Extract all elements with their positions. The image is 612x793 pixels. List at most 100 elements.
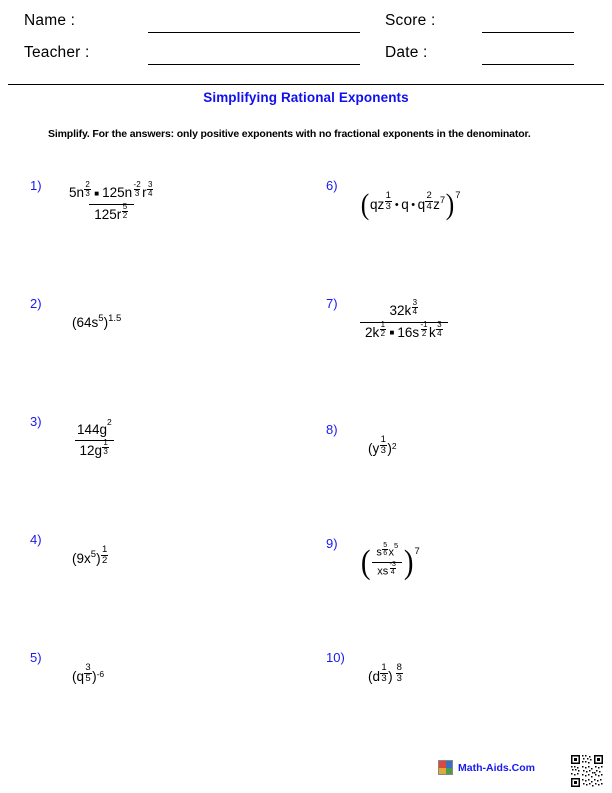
brand-label: Math-Aids.Com <box>458 761 535 774</box>
exponent-3-4: 34 <box>411 298 419 317</box>
instruction-text: Simplify. For the answers: only positive… <box>48 128 531 140</box>
problem-4-number: 4) <box>30 532 42 547</box>
inner-exponent-1-3: 13 <box>379 433 387 456</box>
problem-9-number: 9) <box>326 536 338 551</box>
problem-7-expression: 32k 3 4 2k 1 2 ■ 16s -1 2 k 3 4 <box>360 268 449 378</box>
problem-7-number: 7) <box>326 296 338 311</box>
fraction: 144g2 12g 1 3 <box>72 418 117 461</box>
exponent-3-4-b: 34 <box>436 320 443 339</box>
outer-exponent-1-2: 12 <box>100 543 109 566</box>
fraction-denominator: 125r 5 2 <box>89 202 134 225</box>
power-expression: (q 3 5) -6 <box>72 661 105 685</box>
exponent-neg2-3: -2 3 <box>133 180 141 199</box>
problem-6: 6) (qz 1 3 • q • q 2 4 z 7) 7 <box>318 150 608 260</box>
problem-6-expression: (qz 1 3 • q • q 2 4 z 7) 7 <box>360 150 461 260</box>
term-125r: 125r <box>94 207 122 222</box>
exponent-neg1-2: -1 2 <box>420 320 428 339</box>
problem-6-number: 6) <box>326 178 338 193</box>
fraction-denominator: 12g 1 3 <box>74 437 115 461</box>
fraction-numerator: s 5 6 x5 <box>371 542 403 562</box>
base-9x: (9x <box>72 551 91 567</box>
term-16s: 16s <box>397 325 420 340</box>
problem-5-expression: (q 3 5) -6 <box>72 622 104 732</box>
header-divider <box>8 84 604 85</box>
four-square-logo-icon <box>438 760 453 775</box>
exponent-3-4: 34 <box>146 180 154 199</box>
problem-2-expression: (64s 5) 1.5 <box>72 268 121 378</box>
exponent-5-2: 52 <box>121 202 129 221</box>
problem-1-number: 1) <box>30 178 42 193</box>
power-expression: (9x 5) 1 2 <box>72 543 109 567</box>
problem-8: 8) (y 1 3) 2 <box>318 394 608 504</box>
problem-3-expression: 144g2 12g 1 3 <box>72 386 117 496</box>
exponent-5-6: 56 <box>382 541 389 558</box>
score-label: Score : <box>385 12 436 29</box>
power-expression: (64s 5) 1.5 <box>72 313 122 331</box>
multiply-dot-icon: ■ <box>389 328 395 338</box>
fraction: 32k 3 4 2k 1 2 ■ 16s -1 2 k 3 4 <box>360 299 449 343</box>
problem-4-expression: (9x 5) 1 2 <box>72 504 109 614</box>
problem-1-expression: 5n 2 3 ■ 125n -2 3 r 3 4 125r 5 2 <box>64 150 159 260</box>
multiply-dot-icon-2: • <box>411 198 416 211</box>
power-expression: ( s 5 6 x5 xs -3 4 ) 7 <box>360 541 420 581</box>
term-z: z <box>433 197 440 213</box>
date-label: Date : <box>385 44 428 61</box>
teacher-label: Teacher : <box>24 44 90 61</box>
base-64s: (64s <box>72 315 99 331</box>
problem-3-number: 3) <box>30 414 42 429</box>
problem-2-number: 2) <box>30 296 42 311</box>
exponent-2-3: 23 <box>84 180 91 199</box>
close-paren: ) <box>92 669 97 685</box>
open-paren: ( <box>360 188 370 221</box>
term-q2: q <box>417 197 426 213</box>
fraction-numerator: 32k 3 4 <box>385 299 424 322</box>
header-row-teacher-date: Teacher : Date : <box>0 42 612 72</box>
exponent-5: 5 <box>394 541 399 551</box>
power-expression: (d 1 3) 8 3 <box>368 663 403 687</box>
outer-exponent-8-3: 83 <box>395 661 403 684</box>
problem-5-number: 5) <box>30 650 42 665</box>
base-q: (q <box>72 669 85 685</box>
term-k: k <box>429 325 436 340</box>
close-paren: ) <box>388 669 393 685</box>
power-expression: (qz 1 3 • q • q 2 4 z 7) 7 <box>360 188 461 221</box>
exponent-neg3-4: -3 4 <box>389 561 396 577</box>
exponent-1-2: 12 <box>379 320 387 339</box>
date-input-rule[interactable] <box>482 64 574 65</box>
exponent-1-3: 13 <box>102 437 109 456</box>
term-32k: 32k <box>389 303 412 319</box>
term-qz: qz <box>370 197 385 213</box>
exponent-2: 2 <box>107 417 112 428</box>
fraction: s 5 6 x5 xs -3 4 <box>371 542 403 581</box>
term-2k: 2k <box>365 325 380 340</box>
problem-4: 4) (9x 5) 1 2 <box>22 504 312 614</box>
term-xs: xs <box>377 565 389 578</box>
name-input-rule[interactable] <box>148 32 360 33</box>
term-s: s <box>376 546 382 559</box>
problem-10-expression: (d 1 3) 8 3 <box>368 622 403 732</box>
problem-10-number: 10) <box>326 650 345 665</box>
inner-exponent-1-3: 13 <box>380 661 388 684</box>
term-144g: 144g <box>77 421 108 437</box>
base-d: (d <box>368 669 381 685</box>
power-expression: (y 1 3) 2 <box>368 433 397 457</box>
teacher-input-rule[interactable] <box>148 64 360 65</box>
header-row-name-score: Name : Score : <box>0 10 612 40</box>
open-paren: ( <box>360 543 371 581</box>
brand-link[interactable]: Math-Aids.Com <box>438 760 535 775</box>
term-r: r <box>142 185 147 201</box>
problem-8-expression: (y 1 3) 2 <box>368 394 397 504</box>
term-q: q <box>401 197 409 213</box>
fraction-numerator: 144g2 <box>72 418 117 440</box>
fraction-denominator: 2k 1 2 ■ 16s -1 2 k 3 4 <box>360 320 449 343</box>
problem-9: 9) ( s 5 6 x5 xs -3 4 ) 7 <box>318 508 608 618</box>
problem-7: 7) 32k 3 4 2k 1 2 ■ 16s -1 2 k 3 4 <box>318 268 608 378</box>
score-input-rule[interactable] <box>482 32 574 33</box>
term-12g: 12g <box>79 442 103 458</box>
exponent-2-4: 24 <box>425 189 433 212</box>
problem-2: 2) (64s 5) 1.5 <box>22 268 312 378</box>
worksheet-header: Name : Score : Teacher : Date : <box>0 0 612 82</box>
close-paren: ) <box>445 188 455 221</box>
term-125n: 125n <box>102 185 133 201</box>
exponent-1-3: 13 <box>384 189 392 212</box>
